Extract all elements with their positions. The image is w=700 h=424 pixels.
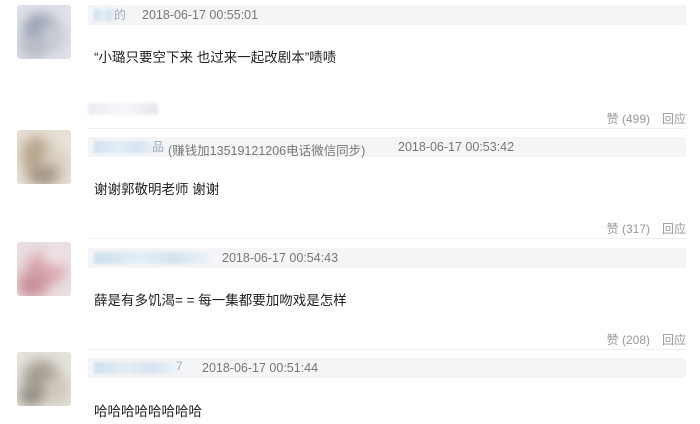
like-button[interactable]: 赞 (208) — [607, 333, 650, 347]
blurred-content — [88, 103, 158, 115]
timestamp: 2018-06-17 00:53:42 — [398, 140, 515, 154]
timestamp: 2018-06-17 00:51:44 — [202, 361, 319, 375]
avatar[interactable] — [17, 130, 71, 184]
like-button[interactable]: 赞 (499) — [607, 112, 650, 126]
like-count: (317) — [621, 222, 650, 236]
reply-button[interactable]: 回应 — [662, 222, 686, 236]
reply-button[interactable]: 回应 — [662, 333, 686, 347]
like-label: 赞 — [606, 112, 619, 126]
timestamp: 2018-06-17 00:55:01 — [142, 8, 259, 22]
comment-meta: 2018-06-17 00:54:43 — [88, 248, 686, 268]
comment-actions: 赞 (499) 回应 — [607, 110, 686, 127]
divider — [88, 238, 686, 239]
like-label: 赞 — [606, 333, 619, 347]
avatar[interactable] — [17, 242, 71, 296]
comment-actions: 赞 (208) 回应 — [607, 331, 686, 348]
like-count: (208) — [621, 333, 650, 347]
comment-meta: 品 (赚钱加13519121206电话微信同步) 2018-06-17 00:5… — [88, 137, 686, 158]
username-tail[interactable]: 的 — [114, 6, 126, 23]
timestamp: 2018-06-17 00:54:43 — [222, 251, 339, 265]
username-tail[interactable]: 品 — [152, 138, 164, 155]
divider — [88, 349, 686, 350]
comment-meta: 的 2018-06-17 00:55:01 — [88, 5, 686, 25]
username-tail[interactable]: 7 — [176, 359, 183, 373]
username[interactable] — [94, 362, 178, 374]
like-label: 赞 — [606, 222, 619, 236]
comment-text: 谢谢郭敬明老师 谢谢 — [94, 182, 220, 197]
like-count: (499) — [621, 112, 650, 126]
avatar[interactable] — [17, 352, 71, 406]
username[interactable] — [94, 252, 210, 264]
comment-actions: 赞 (317) 回应 — [607, 220, 686, 237]
divider — [88, 128, 686, 129]
comment-text: 薛是有多饥渴= = 每一集都要加吻戏是怎样 — [94, 293, 347, 308]
comment-text: 哈哈哈哈哈哈哈哈 — [94, 404, 202, 419]
avatar[interactable] — [17, 5, 71, 59]
comment-text: “小璐只要空下来 也过来一起改剧本”啧啧 — [94, 50, 337, 65]
username[interactable] — [94, 9, 116, 21]
like-button[interactable]: 赞 (317) — [607, 222, 650, 236]
user-note: (赚钱加13519121206电话微信同步) — [168, 144, 366, 158]
reply-button[interactable]: 回应 — [662, 112, 686, 126]
comment-meta: 7 2018-06-17 00:51:44 — [88, 358, 686, 378]
username[interactable] — [94, 141, 156, 153]
